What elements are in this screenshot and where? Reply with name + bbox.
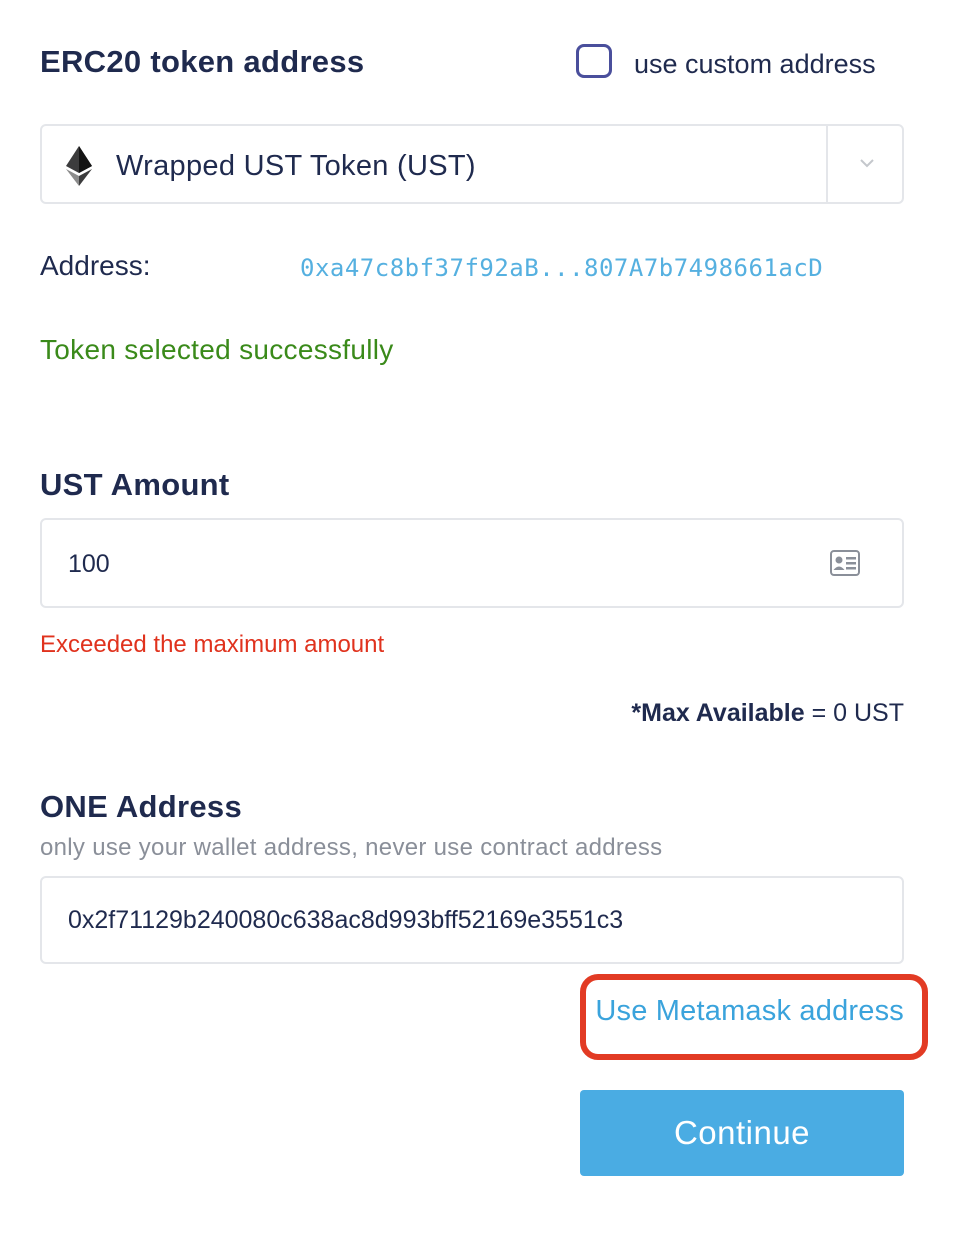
custom-address-checkbox[interactable] — [576, 44, 612, 78]
max-available: *Max Available = 0 UST — [631, 699, 904, 728]
amount-value: 100 — [68, 550, 110, 578]
address-label: Address: — [40, 250, 151, 281]
one-address-input[interactable]: 0x2f71129b240080c638ac8d993bff52169e3551… — [40, 876, 904, 964]
continue-button[interactable]: Continue — [580, 1090, 904, 1176]
amount-input[interactable]: 100 — [40, 518, 904, 608]
token-status-message: Token selected successfully — [40, 334, 394, 365]
ethereum-icon — [66, 146, 92, 186]
token-address-link[interactable]: 0xa47c8bf37f92aB...807A7b7498661acD — [300, 254, 823, 282]
use-metamask-address-link[interactable]: Use Metamask address — [595, 995, 904, 1028]
selected-token-label: Wrapped UST Token (UST) — [116, 150, 476, 182]
token-select[interactable]: Wrapped UST Token (UST) — [40, 124, 904, 204]
amount-section-title: UST Amount — [40, 467, 230, 502]
max-available-label: *Max Available — [631, 699, 805, 727]
one-address-hint: only use your wallet address, never use … — [40, 834, 663, 861]
contact-card-icon — [830, 550, 860, 576]
max-available-value: = 0 UST — [804, 699, 904, 727]
bridge-form: ERC20 token address use custom address W… — [0, 0, 972, 1238]
chevron-down-icon[interactable] — [856, 152, 878, 174]
amount-error-message: Exceeded the maximum amount — [40, 631, 385, 658]
select-divider — [826, 126, 828, 202]
erc20-section-title: ERC20 token address — [40, 44, 365, 79]
custom-address-label[interactable]: use custom address — [634, 49, 876, 80]
one-address-title: ONE Address — [40, 789, 242, 824]
one-address-value: 0x2f71129b240080c638ac8d993bff52169e3551… — [68, 906, 624, 934]
